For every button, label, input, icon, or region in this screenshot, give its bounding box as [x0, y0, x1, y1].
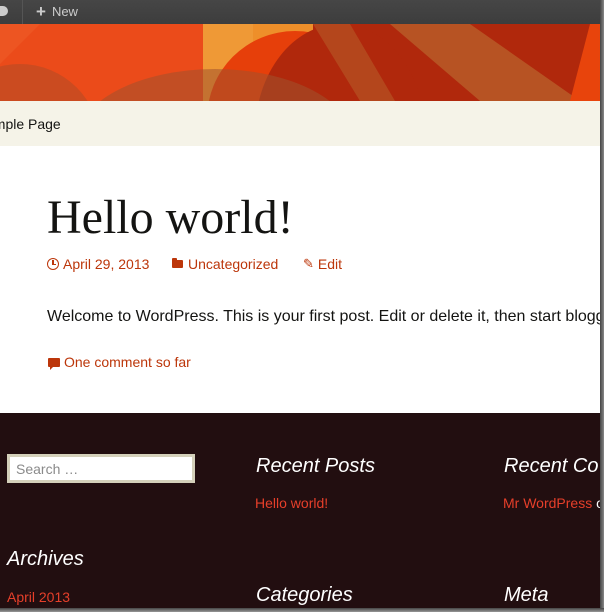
- comment-icon: [48, 357, 60, 370]
- browser-viewport: + New ample Page Hello world! April 2: [0, 0, 600, 608]
- header-image[interactable]: [0, 24, 600, 101]
- recent-comment-item: Mr WordPress o: [503, 495, 600, 511]
- main-navigation: ample Page: [0, 101, 600, 146]
- comments-link[interactable]: One comment so far: [48, 354, 191, 370]
- admin-new-label: New: [51, 4, 78, 19]
- admin-bar: + New: [0, 0, 600, 24]
- archive-link[interactable]: April 2013: [7, 589, 70, 605]
- window-shadow-right: [600, 0, 604, 612]
- post-category-link[interactable]: Uncategorized: [172, 256, 303, 272]
- post-meta: April 29, 2013 Uncategorized ✎ Edit: [47, 256, 342, 272]
- recent-post-link[interactable]: Hello world!: [255, 495, 328, 511]
- nav-item-sample-page[interactable]: ample Page: [0, 116, 61, 132]
- post-date-link[interactable]: April 29, 2013: [47, 256, 172, 272]
- folder-icon: [172, 258, 183, 268]
- footer-widgets: Recent Posts Hello world! Recent Co Mr W…: [0, 413, 600, 608]
- header-banner-graphic: [0, 24, 600, 101]
- post-title[interactable]: Hello world!: [47, 190, 294, 245]
- plus-icon: +: [36, 2, 46, 21]
- clock-icon: [47, 258, 59, 270]
- comment-bubble-icon: [0, 6, 8, 16]
- admin-comments-button[interactable]: [0, 0, 23, 24]
- archives-title: Archives: [7, 548, 84, 570]
- post-category: Uncategorized: [188, 256, 279, 272]
- pencil-icon: ✎: [303, 256, 314, 271]
- recent-comments-title: Recent Co: [504, 455, 599, 477]
- recent-comment-author-link[interactable]: Mr WordPress: [503, 495, 592, 511]
- post-date: April 29, 2013: [63, 256, 150, 272]
- recent-posts-title: Recent Posts: [256, 455, 375, 477]
- search-input[interactable]: [7, 454, 195, 483]
- post-body: Welcome to WordPress. This is your first…: [47, 308, 600, 325]
- admin-new-button[interactable]: + New: [36, 0, 78, 24]
- post-article: Hello world! April 29, 2013 Uncategorize…: [0, 146, 600, 413]
- comments-link-label: One comment so far: [64, 354, 191, 370]
- window-shadow-bottom: [0, 608, 604, 612]
- post-edit-link[interactable]: ✎ Edit: [303, 256, 342, 272]
- post-edit-label: Edit: [317, 256, 343, 272]
- categories-title: Categories: [256, 584, 353, 606]
- meta-title: Meta: [504, 584, 549, 606]
